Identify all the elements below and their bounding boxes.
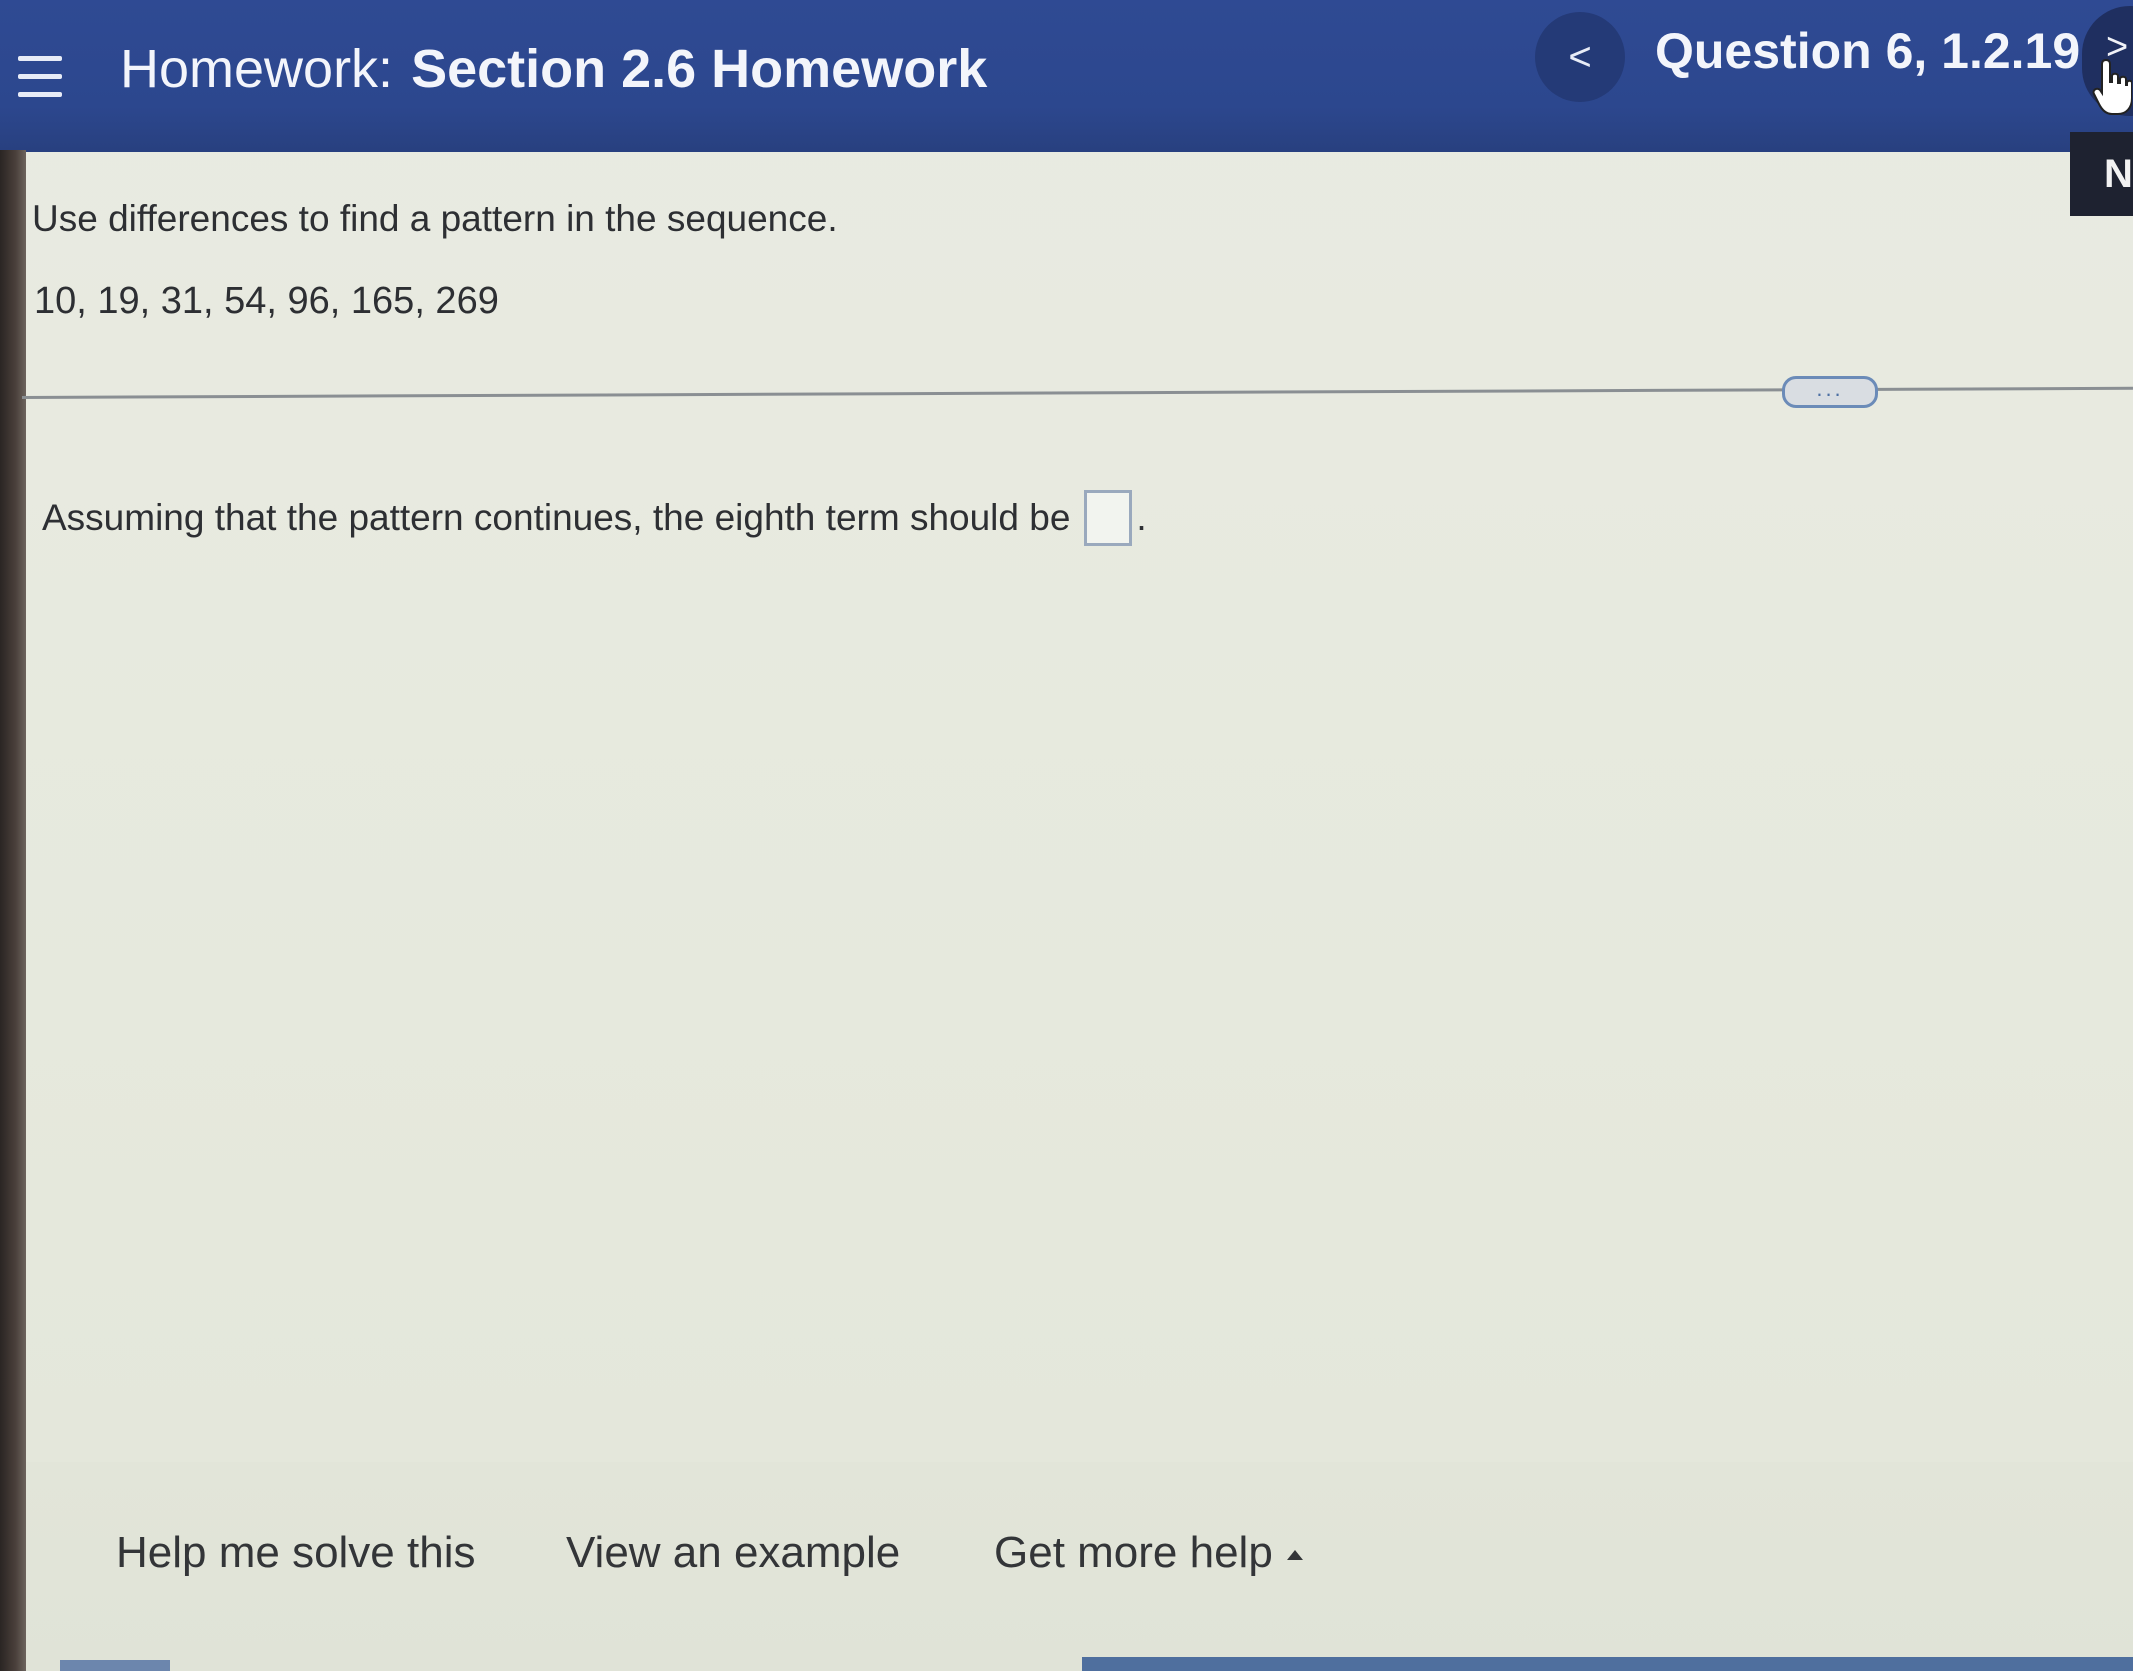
chevron-left-icon: <	[1568, 34, 1592, 79]
get-more-help-button[interactable]: Get more help	[994, 1528, 1303, 1578]
side-panel-tab[interactable]: N	[2070, 132, 2133, 216]
homework-screen: Homework: Section 2.6 Homework < Question…	[0, 0, 2133, 1671]
bottom-bar	[1082, 1657, 2133, 1671]
expand-more-button[interactable]: ...	[1782, 376, 1878, 408]
help-me-solve-button[interactable]: Help me solve this	[116, 1528, 475, 1578]
answer-prompt: Assuming that the pattern continues, the…	[42, 497, 1071, 538]
previous-question-button[interactable]: <	[1535, 12, 1625, 102]
page-title: Homework: Section 2.6 Homework	[120, 38, 987, 100]
header-bar: Homework: Section 2.6 Homework < Question…	[0, 0, 2133, 152]
answer-suffix: .	[1136, 497, 1147, 538]
sequence-values: 10, 19, 31, 54, 96, 165, 269	[34, 280, 499, 322]
hand-pointer-icon	[2092, 58, 2132, 115]
question-indicator: Question 6, 1.2.19	[1655, 23, 2081, 79]
answer-input[interactable]	[1084, 490, 1133, 546]
view-example-button[interactable]: View an example	[566, 1528, 900, 1578]
hamburger-menu-icon[interactable]	[18, 56, 62, 102]
side-tab-label: N	[2104, 151, 2133, 196]
title-label: Homework:	[120, 39, 394, 99]
question-instruction: Use differences to find a pattern in the…	[32, 198, 838, 239]
bottom-bar-segment	[60, 1660, 170, 1671]
title-name: Section 2.6 Homework	[411, 39, 988, 99]
answer-line: Assuming that the pattern continues, the…	[42, 490, 1147, 546]
get-more-help-label: Get more help	[994, 1528, 1273, 1577]
screen-bezel	[0, 150, 26, 1671]
caret-up-icon	[1286, 1550, 1303, 1561]
